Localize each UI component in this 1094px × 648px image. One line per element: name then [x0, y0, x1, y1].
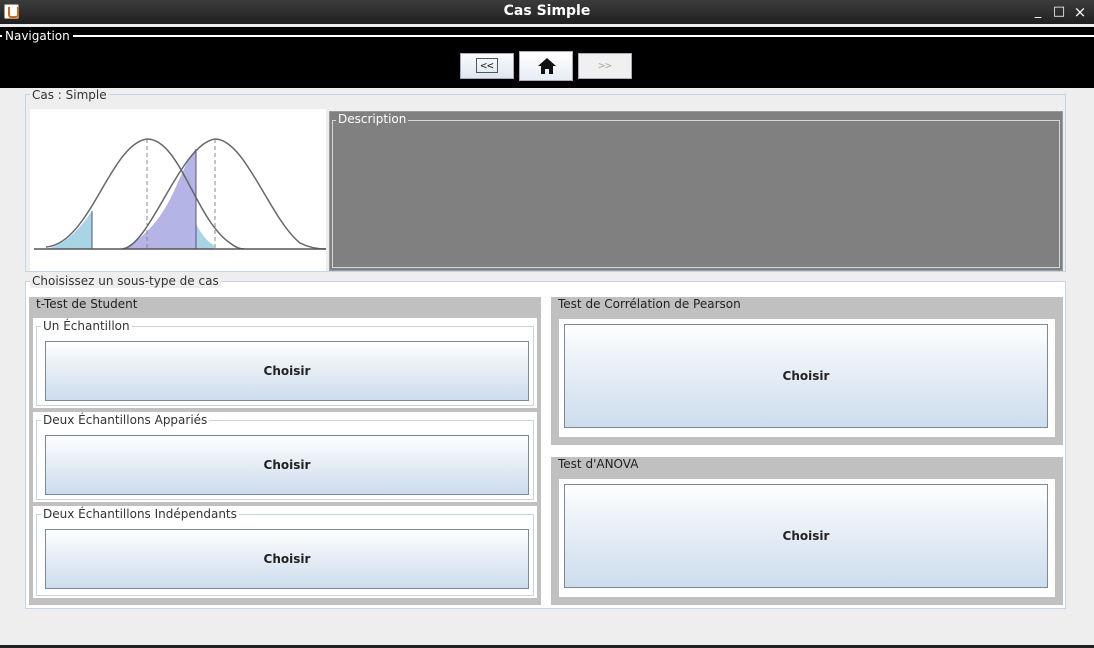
choose-one-sample-button[interactable]: Choisir [45, 341, 529, 401]
window-titlebar: Cas Simple _ □ × [0, 0, 1094, 24]
maximize-button[interactable]: □ [1051, 4, 1067, 20]
choose-label: Choisir [782, 369, 830, 383]
choose-label: Choisir [263, 458, 311, 472]
choose-label: Choisir [782, 529, 830, 543]
description-panel: Description [329, 111, 1063, 271]
previous-label: << [476, 58, 498, 73]
home-button[interactable] [519, 51, 573, 81]
minimize-button[interactable]: _ [1030, 4, 1046, 20]
pearson-test-title: Test de Corrélation de Pearson [558, 297, 741, 311]
anova-test-title: Test d'ANOVA [558, 457, 639, 471]
description-legend: Description [336, 112, 409, 126]
independent-samples-section: Deux Échantillons Indépendants Choisir [36, 507, 534, 596]
subtype-legend: Choisissez un sous-type de cas [30, 274, 221, 288]
normal-curves-image [34, 138, 327, 250]
close-button[interactable]: × [1072, 4, 1088, 20]
case-legend: Cas : Simple [30, 88, 109, 102]
choose-label: Choisir [263, 364, 311, 378]
choose-label: Choisir [263, 552, 311, 566]
navigation-legend: Navigation [5, 29, 70, 43]
window-title: Cas Simple [503, 3, 591, 19]
distribution-illustration [30, 109, 327, 271]
one-sample-section: Un Échantillon Choisir [36, 319, 534, 406]
independent-samples-title: Deux Échantillons Indépendants [41, 507, 239, 521]
choose-paired-samples-button[interactable]: Choisir [45, 435, 529, 495]
choose-pearson-button[interactable]: Choisir [564, 324, 1048, 428]
anova-test-group: Test d'ANOVA Choisir [551, 457, 1063, 605]
subtype-panel: Choisissez un sous-type de cas t-Test de… [25, 274, 1066, 609]
choose-independent-samples-button[interactable]: Choisir [45, 529, 529, 589]
paired-samples-section: Deux Échantillons Appariés Choisir [36, 413, 534, 500]
case-panel: Cas : Simple Description [25, 88, 1066, 272]
student-test-group: t-Test de Student Un Échantillon Choisir… [29, 297, 541, 605]
one-sample-title: Un Échantillon [41, 319, 132, 333]
paired-samples-title: Deux Échantillons Appariés [41, 413, 210, 427]
pearson-test-group: Test de Corrélation de Pearson Choisir [551, 297, 1063, 445]
student-test-title: t-Test de Student [36, 297, 138, 311]
previous-button[interactable]: << [460, 53, 514, 79]
next-label: >> [598, 59, 612, 72]
choose-anova-button[interactable]: Choisir [564, 484, 1048, 588]
navigation-panel: Navigation << >> [0, 27, 1094, 88]
home-icon [538, 58, 556, 74]
next-button[interactable]: >> [578, 53, 632, 79]
